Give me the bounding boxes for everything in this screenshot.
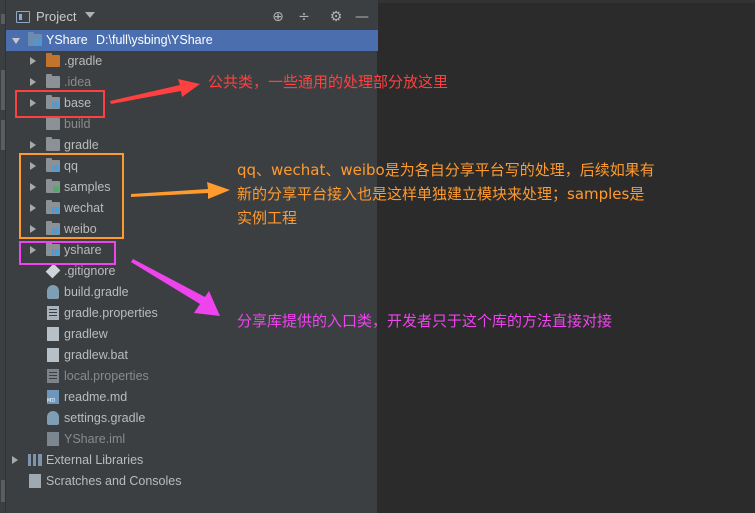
tree-item-label: External Libraries — [46, 453, 144, 467]
strip-marker — [1, 14, 5, 24]
tree-item-label: gradle — [64, 138, 99, 152]
folder-icon — [46, 137, 60, 151]
scratch-icon — [29, 474, 41, 488]
platform-highlight-box — [19, 153, 124, 239]
tree-item-label: gradlew.bat — [64, 348, 128, 362]
iml-file-icon — [47, 432, 59, 446]
panel-title[interactable]: Project — [36, 9, 76, 24]
tree-item-yshare-iml[interactable]: YShare.iml — [6, 429, 378, 450]
collapse-arrow-icon[interactable] — [12, 38, 20, 44]
tree-item-external-libraries[interactable]: External Libraries — [6, 450, 378, 471]
properties-file-icon — [47, 369, 59, 383]
tree-item-label: build.gradle — [64, 285, 129, 299]
expand-arrow-icon[interactable] — [12, 456, 18, 464]
tree-item-label: .idea — [64, 75, 92, 89]
library-icon — [28, 454, 42, 466]
panel-header: Project ⊕ ÷ ⚙ — — [6, 0, 378, 32]
tree-item-label: .gitignore — [64, 264, 116, 278]
gradle-file-icon — [47, 285, 59, 299]
hide-panel-icon[interactable]: — — [354, 9, 370, 25]
strip-marker — [1, 480, 5, 502]
tree-root-yshare[interactable]: YShare D:\full\ysbing\YShare — [6, 30, 378, 51]
tree-item-label: readme.md — [64, 390, 128, 404]
text-file-icon — [47, 348, 59, 362]
tree-item-label: local.properties — [64, 369, 149, 383]
tree-item-readme[interactable]: readme.md — [6, 387, 378, 408]
yshare-highlight-box — [19, 241, 116, 265]
properties-file-icon — [47, 306, 59, 320]
strip-marker — [1, 70, 5, 110]
root-name: YShare — [46, 33, 88, 47]
base-highlight-box — [15, 90, 105, 118]
tree-item-build-gradle[interactable]: build.gradle — [6, 282, 378, 303]
strip-marker — [1, 120, 5, 150]
tree-item-label: settings.gradle — [64, 411, 146, 425]
markdown-file-icon — [47, 390, 59, 404]
folder-icon — [46, 116, 60, 130]
text-file-icon — [47, 327, 59, 341]
project-view-icon — [16, 11, 30, 23]
settings-gear-icon[interactable]: ⚙ — [328, 9, 344, 25]
tree-item-gradlew-bat[interactable]: gradlew.bat — [6, 345, 378, 366]
tree-item-label: gradlew — [64, 327, 108, 341]
module-folder-icon — [28, 32, 42, 46]
platform-annotation-line-3: 实例工程 — [237, 209, 298, 227]
git-file-icon — [45, 263, 61, 279]
expand-arrow-icon[interactable] — [30, 78, 36, 86]
folder-icon — [46, 74, 60, 88]
platform-annotation-line-2: 新的分享平台接入也是这样单独建立模块来处理；samples是 — [237, 185, 645, 203]
collapse-all-icon[interactable]: ÷ — [296, 9, 312, 25]
platform-annotation-line-1: qq、wechat、weibo是为各自分享平台写的处理，后续如果有 — [237, 161, 655, 179]
base-annotation: 公共类，一些通用的处理部分放这里 — [208, 73, 449, 91]
root-path: D:\full\ysbing\YShare — [96, 33, 213, 47]
tree-item-label: YShare.iml — [64, 432, 126, 446]
tree-item-label: .gradle — [64, 54, 103, 68]
tree-item-label: build — [64, 117, 91, 131]
folder-icon — [46, 53, 60, 67]
tree-item-local-properties[interactable]: local.properties — [6, 366, 378, 387]
gradle-file-icon — [47, 411, 59, 425]
view-dropdown-icon[interactable] — [85, 12, 95, 18]
locate-icon[interactable]: ⊕ — [270, 9, 286, 25]
expand-arrow-icon[interactable] — [30, 141, 36, 149]
tree-item-label: Scratches and Consoles — [46, 474, 182, 488]
editor-top-border — [378, 0, 755, 3]
tree-item-label: gradle.properties — [64, 306, 158, 320]
tree-item-settings-gradle[interactable]: settings.gradle — [6, 408, 378, 429]
tree-item-gradle-dir[interactable]: .gradle — [6, 51, 378, 72]
tree-item-scratches[interactable]: Scratches and Consoles — [6, 471, 378, 492]
expand-arrow-icon[interactable] — [30, 57, 36, 65]
yshare-annotation: 分享库提供的入口类，开发者只于这个库的方法直接对接 — [237, 312, 613, 330]
